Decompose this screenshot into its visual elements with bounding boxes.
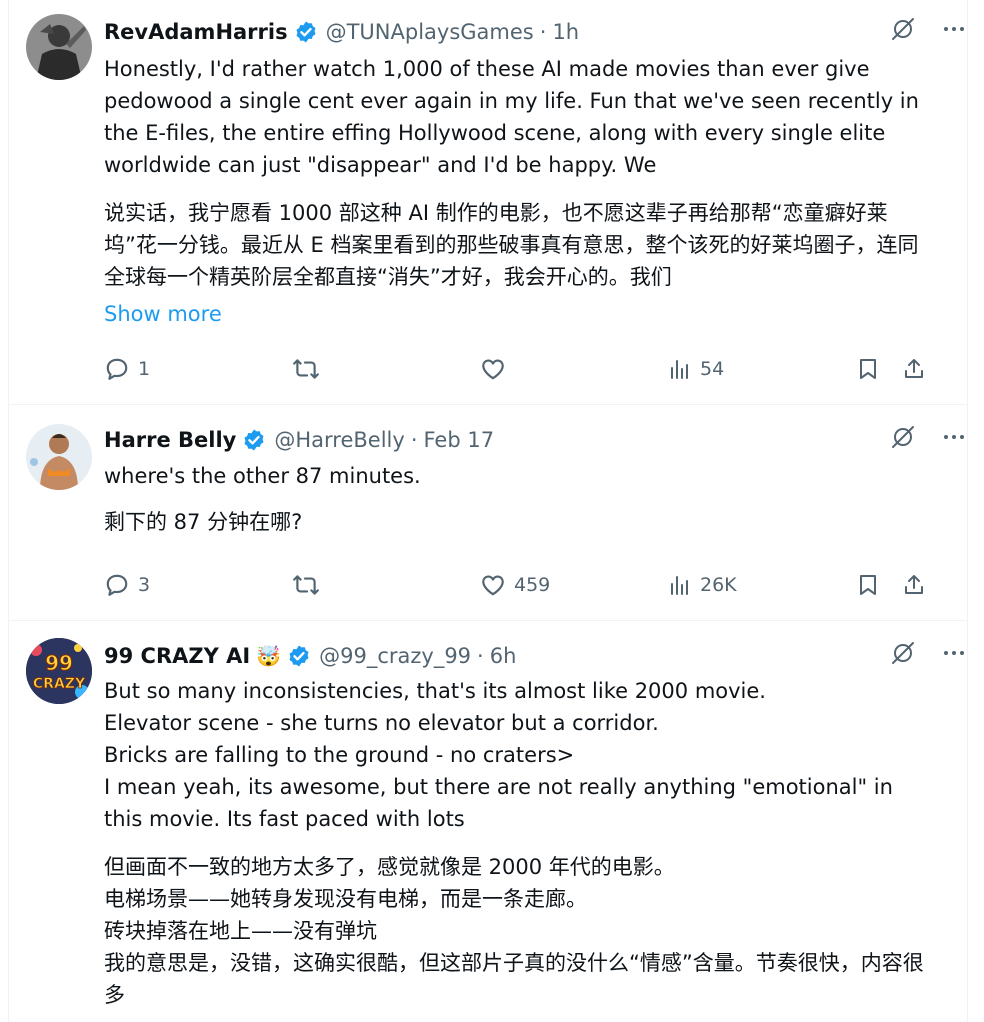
avatar-text-crazy: CRAZY xyxy=(33,676,86,692)
tweet-text-translation: 剩下的 87 分钟在哪? xyxy=(104,510,303,534)
share-icon xyxy=(905,575,923,594)
tweet-text-translation-line: 砖块掉落在地上——没有弹坑 xyxy=(104,919,377,943)
verified-badge-icon xyxy=(287,644,311,668)
views-icon xyxy=(671,576,688,595)
tweet-header: Harre Belly @HarreBelly · Feb 17 xyxy=(104,424,984,456)
more-options-icon[interactable] xyxy=(942,425,966,454)
tweet-text-english: where's the other 87 minutes. xyxy=(104,464,421,488)
display-name[interactable]: Harre Belly xyxy=(104,428,236,452)
bookmark-icon xyxy=(860,359,876,379)
reply-icon xyxy=(106,358,128,380)
repost-icon xyxy=(293,359,319,379)
reply-count: 1 xyxy=(138,358,151,380)
show-more-link[interactable]: Show more xyxy=(104,302,222,326)
timestamp[interactable]: 6h xyxy=(490,644,517,668)
tweet-text: Honestly, I'd rather watch 1,000 of thes… xyxy=(104,53,934,293)
like-count: 459 xyxy=(514,574,551,596)
avatar-text-99: 99 xyxy=(45,651,73,675)
tweet-text: But so many inconsistencies, that's its … xyxy=(104,675,934,1011)
views-button[interactable]: 26K xyxy=(668,572,856,598)
bookmark-button[interactable] xyxy=(856,572,902,598)
verified-badge-icon xyxy=(294,20,318,44)
user-handle[interactable]: @TUNAplaysGames xyxy=(326,20,534,44)
bookmark-button[interactable] xyxy=(856,356,902,382)
repost-icon xyxy=(293,575,319,595)
tweet-text-english-line: I mean yeah, its awesome, but there are … xyxy=(104,775,893,831)
avatar[interactable] xyxy=(26,14,92,80)
separator-dot: · xyxy=(410,428,418,452)
reply-button[interactable]: 1 xyxy=(104,356,292,382)
header-actions xyxy=(890,424,966,455)
header-actions xyxy=(890,16,966,47)
more-options-icon[interactable] xyxy=(942,17,966,46)
tweet-text-translation-line: 电梯场景——她转身发现没有电梯，而是一条走廊。 xyxy=(104,887,587,911)
display-name[interactable]: RevAdamHarris xyxy=(104,20,288,44)
grok-icon[interactable] xyxy=(890,640,916,671)
tweet-header: 99 CRAZY AI 🤯 @99_crazy_99 · 6h xyxy=(104,640,984,672)
heart-icon xyxy=(482,575,504,596)
display-name[interactable]: 99 CRAZY AI xyxy=(104,644,250,668)
tweet-actions: 3 459 26K xyxy=(104,568,940,602)
tweet-header: RevAdamHarris @TUNAplaysGames · 1h xyxy=(104,16,984,48)
views-count: 54 xyxy=(700,358,725,380)
tweet-text-english-line: But so many inconsistencies, that's its … xyxy=(104,679,766,703)
tweet-text-translation-line: 但画面不一致的地方太多了，感觉就像是 2000 年代的电影。 xyxy=(104,855,675,879)
views-icon xyxy=(671,360,688,379)
verified-badge-icon xyxy=(242,428,266,452)
user-handle[interactable]: @99_crazy_99 xyxy=(319,644,471,668)
tweet-divider xyxy=(8,620,968,621)
separator-dot: · xyxy=(539,20,547,44)
more-options-icon[interactable] xyxy=(942,641,966,670)
avatar[interactable] xyxy=(26,424,92,490)
grok-icon[interactable] xyxy=(890,16,916,47)
views-button[interactable]: 54 xyxy=(668,356,856,382)
tweet-text: where's the other 87 minutes. 剩下的 87 分钟在… xyxy=(104,460,934,538)
grok-icon[interactable] xyxy=(890,424,916,455)
tweet-text-english: Honestly, I'd rather watch 1,000 of thes… xyxy=(104,57,919,177)
header-actions xyxy=(890,640,966,671)
like-button[interactable] xyxy=(480,356,668,382)
exploding-head-emoji: 🤯 xyxy=(256,644,282,668)
tweet-text-english-line: Bricks are falling to the ground - no cr… xyxy=(104,743,575,767)
tweet-text-english-line: Elevator scene - she turns no elevator b… xyxy=(104,711,659,735)
separator-dot: · xyxy=(477,644,484,668)
user-handle[interactable]: @HarreBelly xyxy=(274,428,404,452)
heart-icon xyxy=(482,359,504,380)
timeline-right-border xyxy=(967,0,968,1022)
share-button[interactable] xyxy=(902,356,926,382)
reply-button[interactable]: 3 xyxy=(104,572,292,598)
tweet-actions: 1 54 xyxy=(104,352,940,386)
tweet-text-translation: 说实话，我宁愿看 1000 部这种 AI 制作的电影，也不愿这辈子再给那帮“恋童… xyxy=(104,201,919,289)
repost-button[interactable] xyxy=(292,572,480,598)
bookmark-icon xyxy=(860,575,876,595)
like-button[interactable]: 459 xyxy=(480,572,668,598)
share-button[interactable] xyxy=(902,572,926,598)
avatar[interactable]: 99 CRAZY xyxy=(26,638,92,704)
reply-count: 3 xyxy=(138,574,151,596)
views-count: 26K xyxy=(700,574,737,596)
timestamp[interactable]: Feb 17 xyxy=(424,428,495,452)
tweet-text-translation-line: 我的意思是，没错，这确实很酷，但这部片子真的没什么“情感”含量。节奏很快，内容很… xyxy=(104,951,924,1007)
timestamp[interactable]: 1h xyxy=(552,20,579,44)
timeline-left-border xyxy=(8,0,9,1022)
tweet-divider xyxy=(8,404,968,405)
reply-icon xyxy=(106,574,128,596)
repost-button[interactable] xyxy=(292,356,480,382)
share-icon xyxy=(905,359,923,378)
